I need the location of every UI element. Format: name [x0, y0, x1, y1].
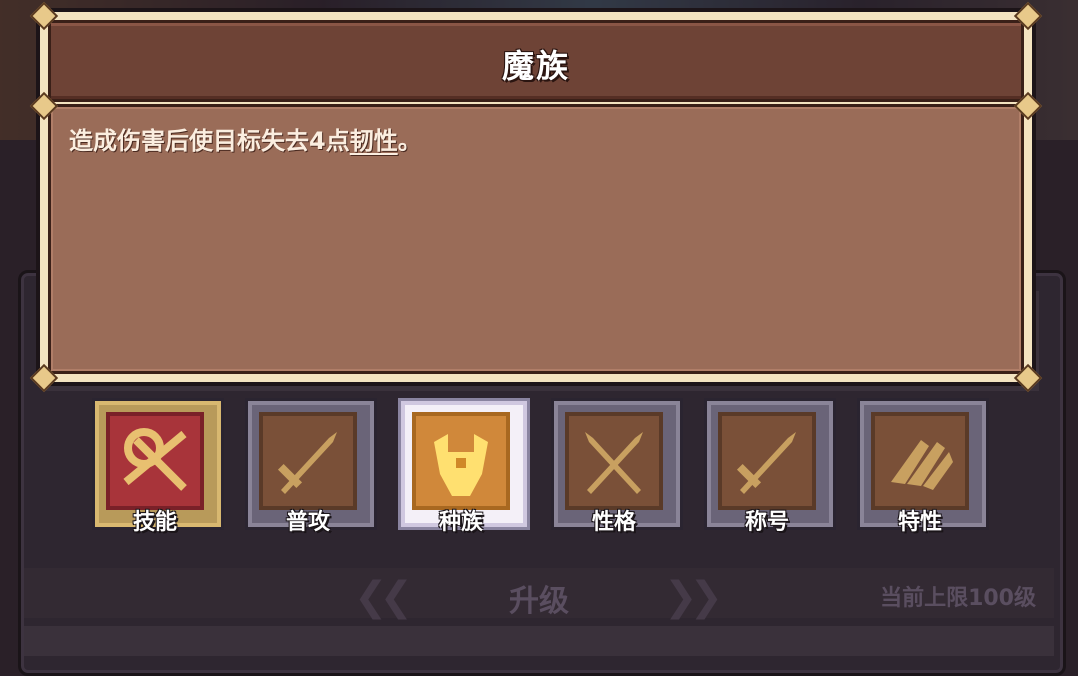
- wings-icon: [891, 440, 953, 490]
- bottom-panel: [24, 626, 1054, 656]
- tab-trait[interactable]: 特性: [857, 398, 989, 535]
- sword-icon: [736, 432, 796, 494]
- sword-icon: [277, 432, 337, 494]
- tab-label: 技能: [132, 510, 177, 535]
- tab-label: 种族: [438, 510, 483, 535]
- keyword-link[interactable]: 韧性: [350, 127, 398, 155]
- tab-label: 性格: [591, 510, 636, 535]
- race-crest-icon: [434, 434, 488, 496]
- tooltip-title-bar: 魔族: [48, 20, 1024, 102]
- tab-race[interactable]: 种族: [398, 398, 530, 535]
- tab-title[interactable]: 称号: [704, 398, 836, 535]
- tab-attack[interactable]: 普攻: [245, 398, 377, 535]
- description-text: 造成伤害后使目标失去4点: [69, 127, 350, 155]
- tab-label: 称号: [744, 510, 789, 535]
- crossed-swords-icon: [585, 432, 643, 494]
- tooltip-description: 造成伤害后使目标失去4点韧性。: [69, 121, 422, 156]
- tab-label: 特性: [897, 510, 942, 535]
- info-tooltip: 魔族 造成伤害后使目标失去4点韧性。: [29, 1, 1043, 393]
- tab-skill[interactable]: 技能: [92, 398, 224, 535]
- tab-personality[interactable]: 性格: [551, 398, 683, 535]
- tooltip-body: 造成伤害后使目标失去4点韧性。: [48, 104, 1024, 374]
- skill-icon: [123, 428, 187, 491]
- category-tabs: 技能 普攻 种族 性格 称号 特性: [92, 398, 992, 535]
- tooltip-title: 魔族: [501, 47, 570, 85]
- description-end: 。: [397, 127, 422, 155]
- upgrade-bar[interactable]: ❮❮ ❯❯ 升级 当前上限100级: [24, 568, 1054, 620]
- tab-label: 普攻: [285, 510, 330, 535]
- level-limit-text: 当前上限100级: [880, 586, 1036, 611]
